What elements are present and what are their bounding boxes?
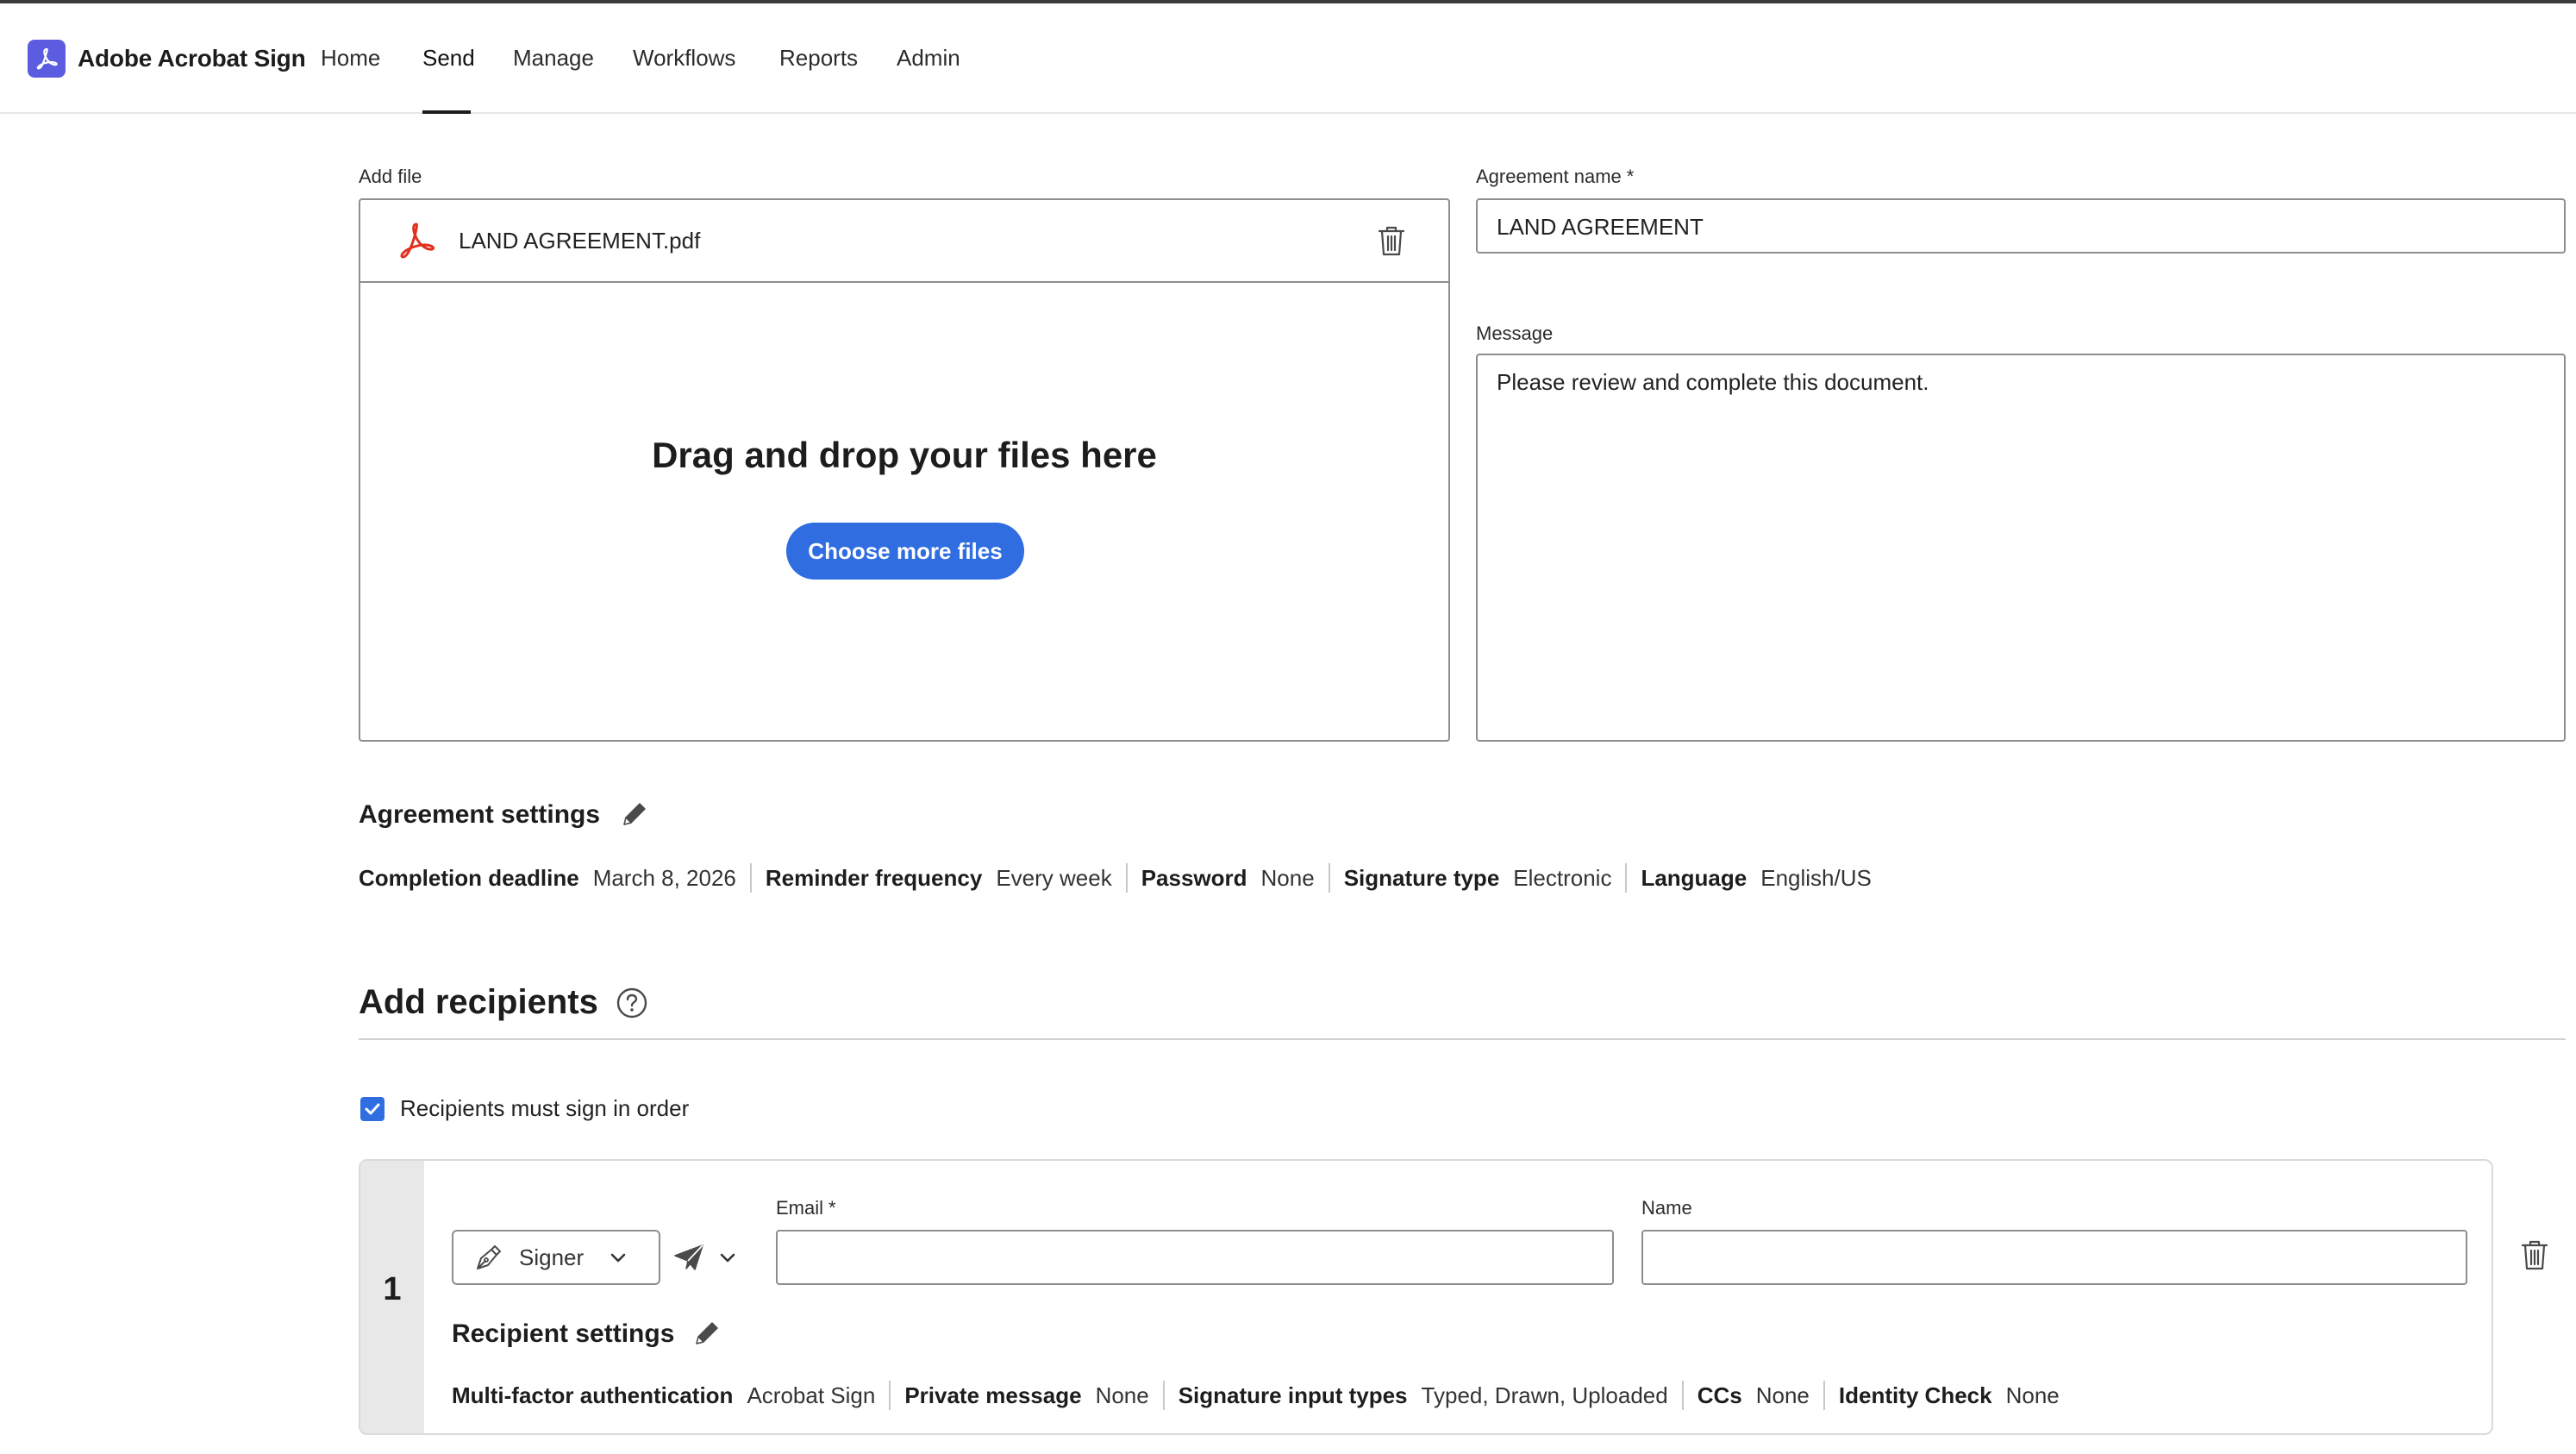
setting-value: English/US: [1760, 864, 1872, 891]
setting-value: None: [2005, 1382, 2060, 1408]
setting-key: Signature input types: [1178, 1382, 1408, 1408]
setting-key: Completion deadline: [359, 864, 579, 891]
active-tab-indicator: [422, 110, 471, 114]
agreement-settings-summary: Completion deadline March 8, 2026 Remind…: [359, 862, 1872, 893]
agreement-name-input[interactable]: LAND AGREEMENT: [1476, 198, 2566, 254]
setting-value: None: [1755, 1382, 1810, 1408]
sign-in-order-label[interactable]: Recipients must sign in order: [400, 1095, 689, 1122]
help-circle-icon[interactable]: [616, 987, 648, 1019]
chevron-down-icon[interactable]: [717, 1247, 738, 1268]
divider: [749, 863, 752, 893]
setting-value: Electronic: [1513, 864, 1612, 891]
file-drop-zone[interactable]: LAND AGREEMENT.pdf Drag and drop your fi…: [359, 198, 1450, 742]
pdf-icon: [400, 222, 435, 259]
recipient-order-column: 1: [360, 1161, 424, 1433]
add-file-label: Add file: [359, 166, 422, 187]
divider: [1681, 1381, 1684, 1410]
setting-value: Acrobat Sign: [747, 1382, 876, 1408]
setting-value: Every week: [996, 864, 1112, 891]
add-recipients-title: Add recipients: [359, 983, 598, 1021]
setting-key: Identity Check: [1838, 1382, 1992, 1408]
sign-in-order-checkbox[interactable]: [360, 1097, 385, 1121]
setting-value: Typed, Drawn, Uploaded: [1421, 1382, 1668, 1408]
recipient-settings-summary: Multi-factor authentication Acrobat Sign…: [452, 1380, 2060, 1411]
nav-admin[interactable]: Admin: [897, 45, 960, 72]
divider: [1823, 1381, 1825, 1410]
nav-send[interactable]: Send: [422, 45, 475, 72]
divider: [1625, 863, 1628, 893]
setting-key: Language: [1641, 864, 1748, 891]
setting-key: Password: [1141, 864, 1247, 891]
email-field[interactable]: [776, 1230, 1614, 1285]
nav-home[interactable]: Home: [321, 45, 380, 72]
name-field[interactable]: [1641, 1230, 2467, 1285]
divider: [1162, 1381, 1165, 1410]
setting-value: None: [1260, 864, 1315, 891]
chevron-down-icon: [610, 1253, 626, 1263]
setting-value: March 8, 2026: [592, 864, 736, 891]
setting-key: Signature type: [1343, 864, 1500, 891]
recipient-card: 1 Signer Email * Name Recipient settings …: [359, 1159, 2493, 1435]
email-label-text: Email: [776, 1197, 824, 1219]
top-nav: Adobe Acrobat Sign Home Send Manage Work…: [0, 3, 2576, 114]
agreement-settings-title: Agreement settings: [359, 800, 601, 829]
role-dropdown[interactable]: Signer: [452, 1230, 660, 1285]
setting-key: CCs: [1697, 1382, 1742, 1408]
message-textarea[interactable]: Please review and complete this document…: [1476, 354, 2566, 742]
pencil-icon[interactable]: [691, 1318, 722, 1349]
divider: [1125, 863, 1128, 893]
checkmark-icon: [365, 1103, 380, 1115]
required-mark: *: [1626, 166, 1635, 187]
role-label: Signer: [519, 1244, 585, 1270]
trash-icon[interactable]: [2519, 1238, 2550, 1271]
recipient-number: 1: [383, 1271, 402, 1307]
pen-nib-icon: [477, 1245, 501, 1269]
pencil-icon[interactable]: [619, 799, 650, 830]
message-label: Message: [1476, 323, 1554, 344]
setting-key: Reminder frequency: [765, 864, 983, 891]
setting-value: None: [1095, 1382, 1149, 1408]
required-mark: *: [828, 1197, 836, 1219]
setting-key: Private message: [904, 1382, 1082, 1408]
drop-zone-title: Drag and drop your files here: [652, 435, 1157, 475]
trash-icon[interactable]: [1376, 224, 1407, 257]
acrobat-logo-icon: [28, 40, 66, 78]
recipient-settings-title: Recipient settings: [452, 1319, 675, 1348]
agreement-name-label-text: Agreement name: [1476, 166, 1622, 187]
agreement-name-label: Agreement name *: [1476, 166, 1634, 188]
divider: [889, 1381, 891, 1410]
file-name: LAND AGREEMENT.pdf: [459, 228, 701, 254]
file-row: LAND AGREEMENT.pdf: [360, 200, 1448, 283]
paper-plane-icon[interactable]: [672, 1242, 705, 1273]
nav-workflows[interactable]: Workflows: [633, 45, 735, 72]
app-name: Adobe Acrobat Sign: [78, 45, 306, 72]
nav-manage[interactable]: Manage: [513, 45, 594, 72]
name-label: Name: [1641, 1197, 1692, 1219]
choose-more-files-button[interactable]: Choose more files: [786, 523, 1024, 580]
section-divider: [359, 1038, 2566, 1040]
divider: [1328, 863, 1330, 893]
email-label: Email *: [776, 1197, 836, 1219]
brand[interactable]: Adobe Acrobat Sign: [28, 40, 306, 78]
nav-reports[interactable]: Reports: [779, 45, 858, 72]
setting-key: Multi-factor authentication: [452, 1382, 734, 1408]
